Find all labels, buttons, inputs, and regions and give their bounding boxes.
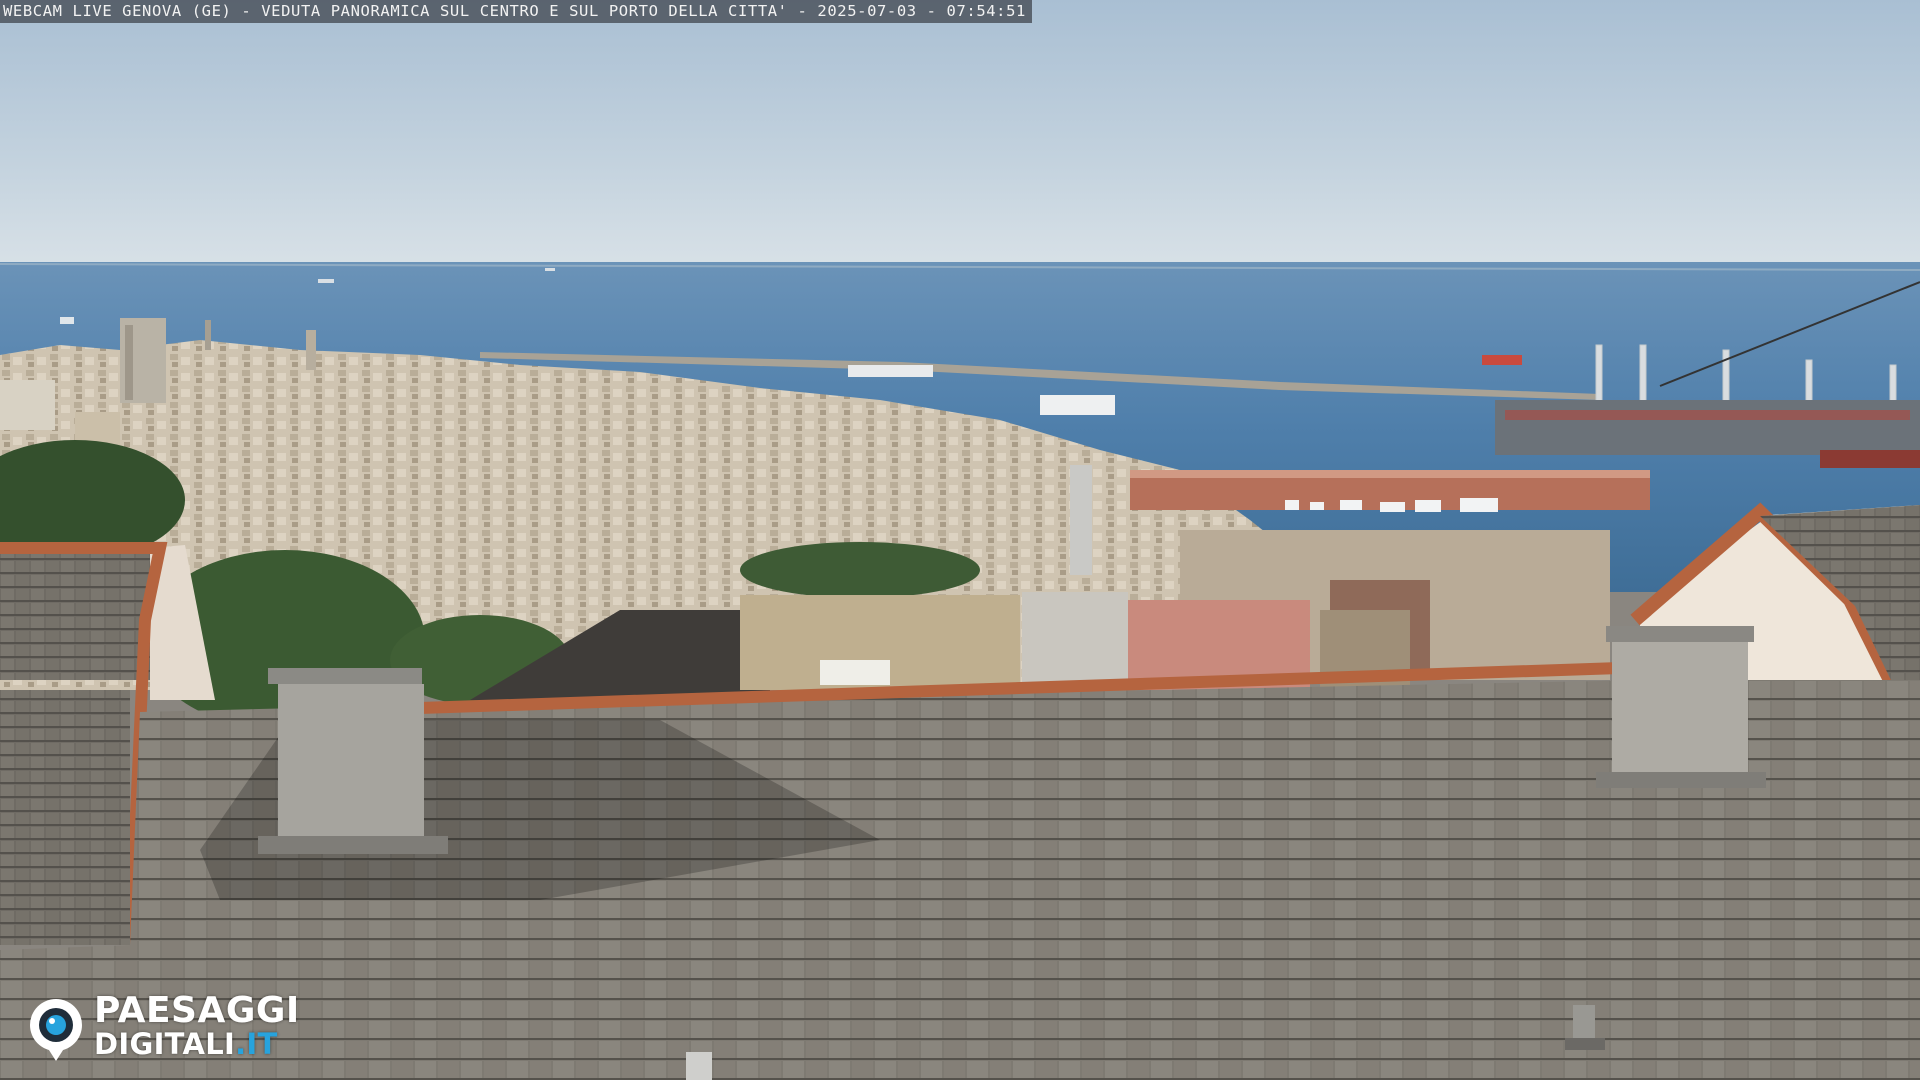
paesaggi-digitali-logo: PAESAGGI DIGITALI.IT [27,993,347,1063]
building [0,380,55,430]
ship [1482,355,1522,365]
logo-text-main: DIGITALI [94,1027,236,1061]
vent [1573,1005,1595,1043]
webcam-frame [0,0,1920,1080]
chimney-base [1022,592,1128,687]
house-left-wall-lower [0,690,130,945]
ship [1040,395,1115,415]
panorama-view [0,0,1920,1080]
chimney-right [1596,626,1766,788]
container-terminal [1495,400,1920,455]
chimney-left [258,668,448,854]
tower [205,320,211,350]
vent [686,1052,712,1080]
distant-ship [318,279,334,283]
sky [0,0,1920,268]
logo-text-line2: DIGITALI.IT [94,1029,278,1059]
distant-ship [545,268,555,271]
trees [740,542,980,598]
webcam-title-overlay: WEBCAM LIVE GENOVA (GE) - VEDUTA PANORAM… [0,0,1032,23]
logo-text-accent: .IT [235,1027,278,1061]
tower [306,330,316,370]
webcam-pin-icon [30,999,82,1061]
logo-text-line1: PAESAGGI [94,990,300,1031]
ship [848,365,933,377]
distant-ship [60,317,74,324]
chimney-pipe [1070,465,1092,575]
